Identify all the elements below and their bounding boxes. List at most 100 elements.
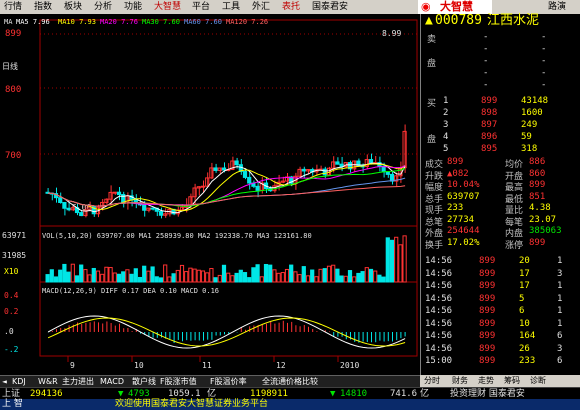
bid-level: 2 xyxy=(443,108,449,118)
panel-tab[interactable]: 分时 xyxy=(424,375,440,387)
bid-label: 买 xyxy=(427,99,437,109)
tick-time: 14:56 xyxy=(425,306,453,316)
bid-volume: 249 xyxy=(521,120,538,130)
tick-price: 899 xyxy=(479,318,496,329)
tick-price: 899 xyxy=(479,343,496,354)
menu-item[interactable]: 外汇 xyxy=(252,1,270,13)
menu-item[interactable]: 行情 xyxy=(4,1,22,13)
menu-item[interactable]: 指数 xyxy=(34,1,52,13)
menu-item[interactable]: 表托 xyxy=(282,1,300,13)
stat-value: 899 xyxy=(447,157,464,167)
volume-bar xyxy=(360,271,365,283)
tick-price: 899 xyxy=(479,268,496,279)
volume-bar xyxy=(179,264,185,283)
panel-tabbar: 分时 财务 走势 筹码 诊断 xyxy=(420,375,580,387)
tick-count: 1 xyxy=(557,293,563,304)
tick-volume: 20 xyxy=(519,256,530,266)
panel-tab[interactable]: 走势 xyxy=(478,375,494,387)
tick-time: 14:56 xyxy=(425,318,453,329)
volume-bar xyxy=(87,274,92,283)
tick-time: 14:56 xyxy=(425,268,453,279)
date-label: 2010 xyxy=(340,361,359,370)
volume-bar xyxy=(398,244,403,283)
ma-line xyxy=(48,185,406,207)
bid-volume: 59 xyxy=(521,132,532,142)
ma-legend-ma120: MA120 7.26 xyxy=(226,18,268,26)
volume-bar xyxy=(146,270,151,283)
ask-price: - xyxy=(483,32,489,42)
tick-price: 899 xyxy=(479,331,496,341)
tick-volume: 164 xyxy=(519,331,536,341)
tick-count: 1 xyxy=(557,256,563,266)
max-price-label: 8.99 xyxy=(382,29,401,38)
volume-bar xyxy=(217,274,222,283)
menu-item[interactable]: 分析 xyxy=(94,1,112,13)
volume-bar xyxy=(347,270,353,283)
tick-volume: 6 xyxy=(519,306,525,316)
tick-count: 3 xyxy=(557,268,563,279)
volume-bar xyxy=(247,277,252,283)
ask-price: - xyxy=(483,80,489,90)
ask-price: - xyxy=(483,68,489,78)
bid-label: 盘 xyxy=(427,135,437,145)
volume-bar xyxy=(221,264,227,283)
volume-bar xyxy=(74,275,80,283)
volume-bar xyxy=(116,273,122,283)
panel-tab[interactable]: 财务 xyxy=(452,375,468,387)
volume-bar xyxy=(205,272,210,283)
volume-bar xyxy=(322,268,327,283)
eye-icon: ◉ xyxy=(421,0,431,13)
volume-bar xyxy=(343,275,348,283)
tick-count: 3 xyxy=(557,343,563,354)
volume-bar xyxy=(305,275,311,283)
dropdown-icon[interactable]: ▲ xyxy=(425,14,433,27)
volume-bar xyxy=(381,276,386,283)
menu-item[interactable]: 平台 xyxy=(192,1,210,13)
volume-bar xyxy=(230,275,235,283)
bid-price: 895 xyxy=(481,144,498,154)
stat-label-2: 涨停 xyxy=(505,240,524,251)
volume-axis-scale: X10 xyxy=(4,267,19,276)
stat-value: 10.04% xyxy=(447,180,480,190)
macd-axis-3: .0 xyxy=(4,327,14,336)
volume-bar xyxy=(297,274,302,283)
volume-bar xyxy=(272,269,277,283)
candle xyxy=(116,191,122,196)
candle xyxy=(79,212,84,217)
panel-tab[interactable]: 诊断 xyxy=(530,375,546,387)
volume-bar xyxy=(154,276,159,283)
volume-bar xyxy=(335,268,340,283)
volume-bar xyxy=(310,269,315,283)
kline-chart[interactable]: 899800700日线8.996.00MA MA5 7.96 MA10 7.93 MA… xyxy=(0,14,420,375)
tick-price: 899 xyxy=(479,356,496,366)
menu-item[interactable]: 工具 xyxy=(222,1,240,13)
volume-axis-1: 63971 xyxy=(2,231,26,240)
volume-bar xyxy=(83,269,88,283)
tick-time: 14:56 xyxy=(425,281,453,291)
volume-bar xyxy=(171,273,176,283)
tick-time: 14:56 xyxy=(425,293,453,304)
ask-label: 盘 xyxy=(427,59,437,69)
chart-area[interactable]: 899 800 700 日线 8.99 6.00 MA MA5 7.96 MA10 7.93 MA… xyxy=(0,14,420,375)
bid-price: 899 xyxy=(481,96,498,106)
volume-legend: VOL(5,10,20) 639707.00 MA1 258939.80 MA2… xyxy=(42,232,312,240)
volume-bar xyxy=(242,272,248,283)
volume-bar xyxy=(368,268,374,283)
date-label: 9 xyxy=(70,361,75,370)
volume-bar xyxy=(62,263,67,283)
tick-time: 14:56 xyxy=(425,343,453,354)
volume-bar xyxy=(53,276,59,283)
candle xyxy=(221,167,227,171)
menu-item[interactable]: 大智慧 xyxy=(154,1,181,13)
ma-legend-ma10: MA10 7.93 xyxy=(58,18,96,26)
stat-value: 254644 xyxy=(447,226,480,236)
menu-item[interactable]: 板块 xyxy=(64,1,82,13)
stat-value: 27734 xyxy=(447,214,475,225)
bid-volume: 43148 xyxy=(521,96,549,106)
menu-item[interactable]: 功能 xyxy=(124,1,142,13)
candle xyxy=(150,207,155,210)
volume-bar xyxy=(293,271,298,283)
menu-item[interactable]: 国泰君安 xyxy=(312,1,348,13)
panel-tab[interactable]: 筹码 xyxy=(504,375,520,387)
menu-roadshow[interactable]: 路演 xyxy=(548,1,566,13)
